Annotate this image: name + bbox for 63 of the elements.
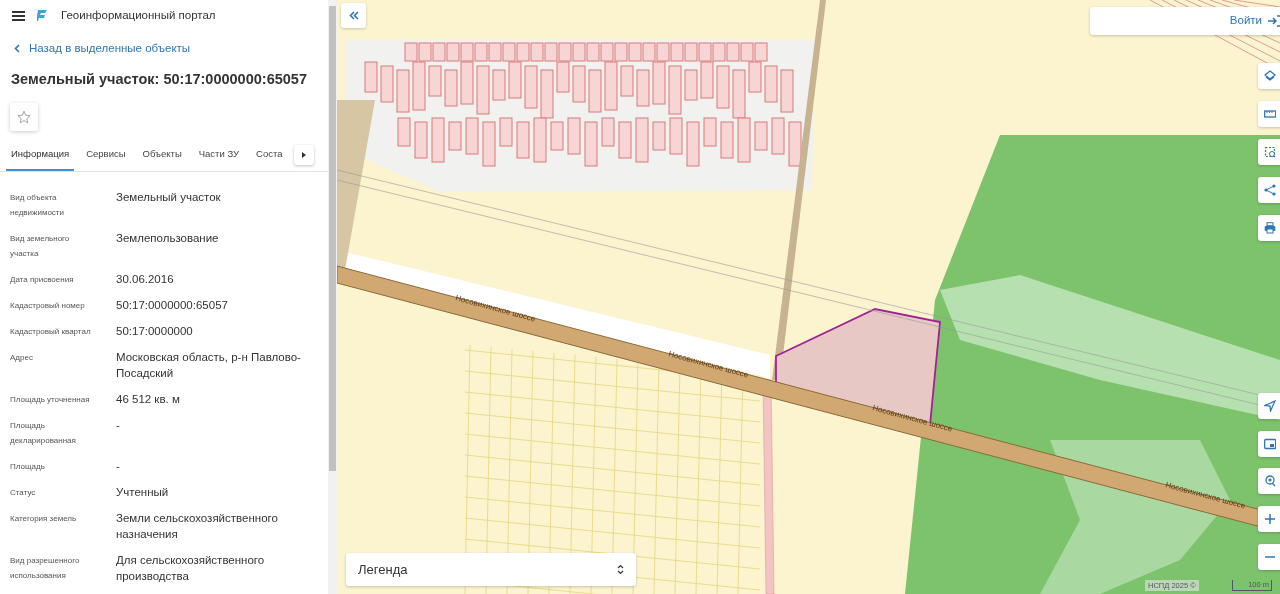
tab[interactable]: Сервисы <box>81 141 131 171</box>
collapse-panel-button[interactable] <box>341 3 366 28</box>
legend-select[interactable]: Легенда <box>346 553 636 586</box>
ruler-icon <box>1264 108 1276 120</box>
field-value: 46 512 кв. м <box>116 392 181 407</box>
login-icon <box>1268 15 1280 27</box>
login-button[interactable]: Войти <box>1090 7 1280 35</box>
field-value: Московская область, р-н Павлово-Посадский <box>116 350 302 381</box>
up-down-chevron-icon <box>617 564 624 575</box>
field-label: Вид разрешенного использования <box>10 555 81 582</box>
field-label: Кадастровый квартал <box>10 326 92 338</box>
zoom-in-button[interactable] <box>1258 506 1280 532</box>
field-label: Кадастровый номер <box>10 300 86 312</box>
field-value: Земли сельскохозяйственного назначения <box>116 511 279 542</box>
layers-button[interactable] <box>1258 63 1280 89</box>
double-chevron-left-icon <box>348 11 359 20</box>
plus-icon <box>1264 513 1276 525</box>
tab[interactable]: Части ЗУ <box>193 141 245 171</box>
selection-icon <box>1264 146 1276 158</box>
field-value: 50:17:0000000:65057 <box>116 298 229 313</box>
logo-icon <box>37 9 49 23</box>
measure-button[interactable] <box>1258 101 1280 127</box>
field-value: Земельный участок <box>116 190 222 205</box>
share-icon <box>1264 184 1276 196</box>
zoom-out-button[interactable] <box>1258 544 1280 570</box>
field-label: Площадь <box>10 461 46 473</box>
field-value: - <box>116 459 121 474</box>
field-value: - <box>116 418 121 433</box>
share-button[interactable] <box>1258 177 1280 203</box>
field-label: Вид земельного участка <box>10 233 71 260</box>
tab[interactable]: Информация <box>6 141 75 171</box>
field-label: Вид объекта недвижимости <box>10 192 65 219</box>
select-area-button[interactable] <box>1258 139 1280 165</box>
object-title: Земельный участок: 50:17:0000000:65057 <box>11 70 308 90</box>
location-search-icon <box>1264 475 1276 487</box>
field-label: Площадь уточненная <box>10 394 91 406</box>
field-value: Учтенный <box>116 485 170 500</box>
field-value: Землепользование <box>116 231 220 246</box>
layers-icon <box>1264 70 1276 82</box>
tab[interactable]: Объекты <box>137 141 187 171</box>
field-label: Адрес <box>10 352 34 364</box>
menu-icon[interactable] <box>12 10 25 21</box>
chevron-left-icon <box>14 44 20 53</box>
scrollbar[interactable] <box>328 0 337 594</box>
picture-in-picture-icon <box>1264 438 1276 450</box>
field-label: Дата присвоения <box>10 274 75 286</box>
scroll-right-button[interactable] <box>294 145 315 165</box>
field-label: Статус <box>10 487 37 499</box>
field-label: Категория земель <box>10 513 78 525</box>
print-button[interactable] <box>1258 215 1280 241</box>
field-value: Для сельскохозяйственного производства <box>116 553 266 584</box>
field-label: Площадь декларированная <box>10 420 77 447</box>
locate-button[interactable] <box>1258 393 1280 419</box>
app-title: Геоинформационный портал <box>61 8 216 24</box>
caret-right-icon <box>302 152 307 158</box>
minimap-button[interactable] <box>1258 431 1280 457</box>
navigation-arrow-icon <box>1264 400 1276 412</box>
tab[interactable]: Соста <box>251 141 288 171</box>
print-icon <box>1264 222 1276 234</box>
field-value: 30.06.2016 <box>116 272 175 287</box>
search-location-button[interactable] <box>1258 468 1280 494</box>
field-value: 50:17:0000000 <box>116 324 194 339</box>
back-link[interactable]: Назад в выделенные объекты <box>0 31 328 58</box>
